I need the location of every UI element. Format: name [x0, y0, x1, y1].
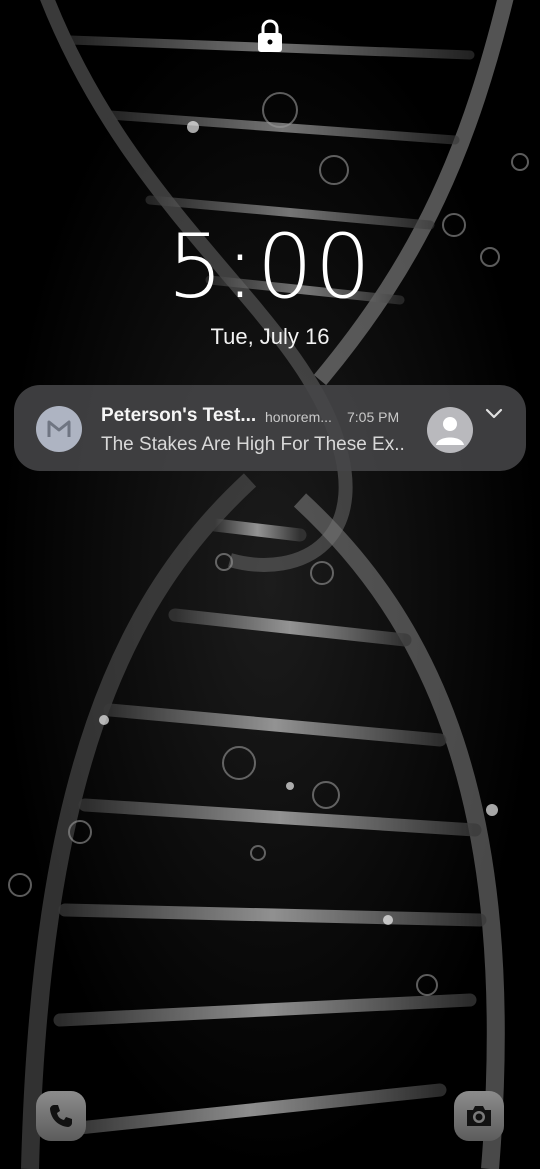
clock-time: 5:00 [167, 215, 373, 318]
person-icon [436, 417, 464, 445]
notification-card[interactable]: Peterson's Test... honorem... 7:05 PM Th… [14, 385, 526, 471]
lock-icon[interactable] [256, 18, 284, 54]
camera-icon [467, 1106, 491, 1126]
sender-avatar [427, 407, 473, 453]
wallpaper-image [0, 0, 540, 1169]
lock-screen: 5:00 Tue, July 16 Peterson's Test... hon… [0, 0, 540, 1169]
phone-shortcut-button[interactable] [36, 1091, 86, 1141]
notification-time: 7:05 PM [347, 409, 400, 425]
notification-body: The Stakes Are High For These Ex.. [101, 434, 405, 455]
chevron-down-icon[interactable] [484, 407, 504, 421]
notification-account: honorem... [265, 409, 332, 425]
phone-icon [50, 1105, 72, 1127]
camera-shortcut-button[interactable] [454, 1091, 504, 1141]
notification-title: Peterson's Test... [101, 405, 257, 426]
gmail-icon [36, 406, 82, 452]
clock-date: Tue, July 16 [210, 324, 330, 349]
